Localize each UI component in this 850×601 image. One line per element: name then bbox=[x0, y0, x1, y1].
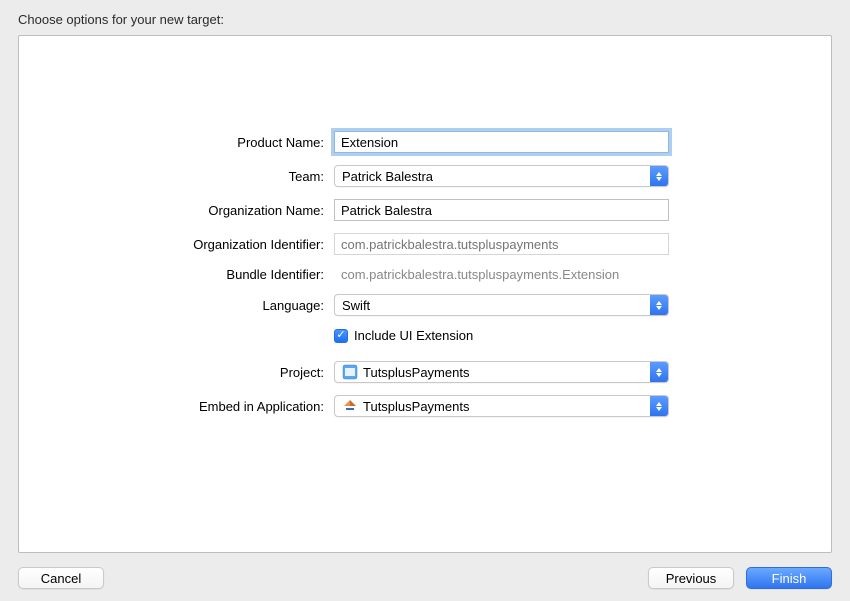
product-name-input[interactable] bbox=[334, 131, 669, 153]
include-ui-extension-checkbox[interactable]: ✓ Include UI Extension bbox=[334, 328, 669, 343]
row-language: Language: Swift bbox=[59, 294, 791, 316]
include-ui-extension-label: Include UI Extension bbox=[354, 328, 473, 343]
team-value: Patrick Balestra bbox=[335, 169, 650, 184]
xcode-project-icon bbox=[342, 364, 358, 380]
embed-value: TutsplusPayments bbox=[363, 399, 469, 414]
label-product-name: Product Name: bbox=[59, 135, 334, 150]
previous-button[interactable]: Previous bbox=[648, 567, 734, 589]
label-org-identifier: Organization Identifier: bbox=[59, 237, 334, 252]
dialog-header: Choose options for your new target: bbox=[18, 12, 832, 27]
label-embed: Embed in Application: bbox=[59, 399, 334, 414]
button-bar: Cancel Previous Finish bbox=[18, 553, 832, 589]
cancel-button[interactable]: Cancel bbox=[18, 567, 104, 589]
bundle-identifier-value: com.patrickbalestra.tutspluspayments.Ext… bbox=[334, 267, 669, 282]
label-language: Language: bbox=[59, 298, 334, 313]
new-target-dialog: Choose options for your new target: Prod… bbox=[0, 0, 850, 601]
label-team: Team: bbox=[59, 169, 334, 184]
embed-popup[interactable]: TutsplusPayments bbox=[334, 395, 669, 417]
updown-icon bbox=[650, 396, 668, 416]
row-team: Team: Patrick Balestra bbox=[59, 165, 791, 187]
row-product-name: Product Name: bbox=[59, 131, 791, 153]
row-project: Project: TutsplusPayments bbox=[59, 361, 791, 383]
row-bundle-identifier: Bundle Identifier: com.patrickbalestra.t… bbox=[59, 267, 791, 282]
language-value: Swift bbox=[335, 298, 650, 313]
updown-icon bbox=[650, 362, 668, 382]
project-popup[interactable]: TutsplusPayments bbox=[334, 361, 669, 383]
project-value: TutsplusPayments bbox=[363, 365, 469, 380]
checkbox-icon: ✓ bbox=[334, 329, 348, 343]
finish-button[interactable]: Finish bbox=[746, 567, 832, 589]
team-popup[interactable]: Patrick Balestra bbox=[334, 165, 669, 187]
updown-icon bbox=[650, 166, 668, 186]
updown-icon bbox=[650, 295, 668, 315]
form-panel: Product Name: Team: Patrick Balestra Org… bbox=[18, 35, 832, 553]
org-identifier-input bbox=[334, 233, 669, 255]
app-icon bbox=[342, 398, 358, 414]
org-name-input[interactable] bbox=[334, 199, 669, 221]
row-org-name: Organization Name: bbox=[59, 199, 791, 221]
checkmark-icon: ✓ bbox=[336, 330, 345, 341]
label-bundle-identifier: Bundle Identifier: bbox=[59, 267, 334, 282]
row-embed: Embed in Application: TutsplusPayments bbox=[59, 395, 791, 417]
label-org-name: Organization Name: bbox=[59, 203, 334, 218]
row-org-identifier: Organization Identifier: bbox=[59, 233, 791, 255]
language-popup[interactable]: Swift bbox=[334, 294, 669, 316]
row-include-ui-extension: ✓ Include UI Extension bbox=[59, 328, 791, 343]
label-project: Project: bbox=[59, 365, 334, 380]
